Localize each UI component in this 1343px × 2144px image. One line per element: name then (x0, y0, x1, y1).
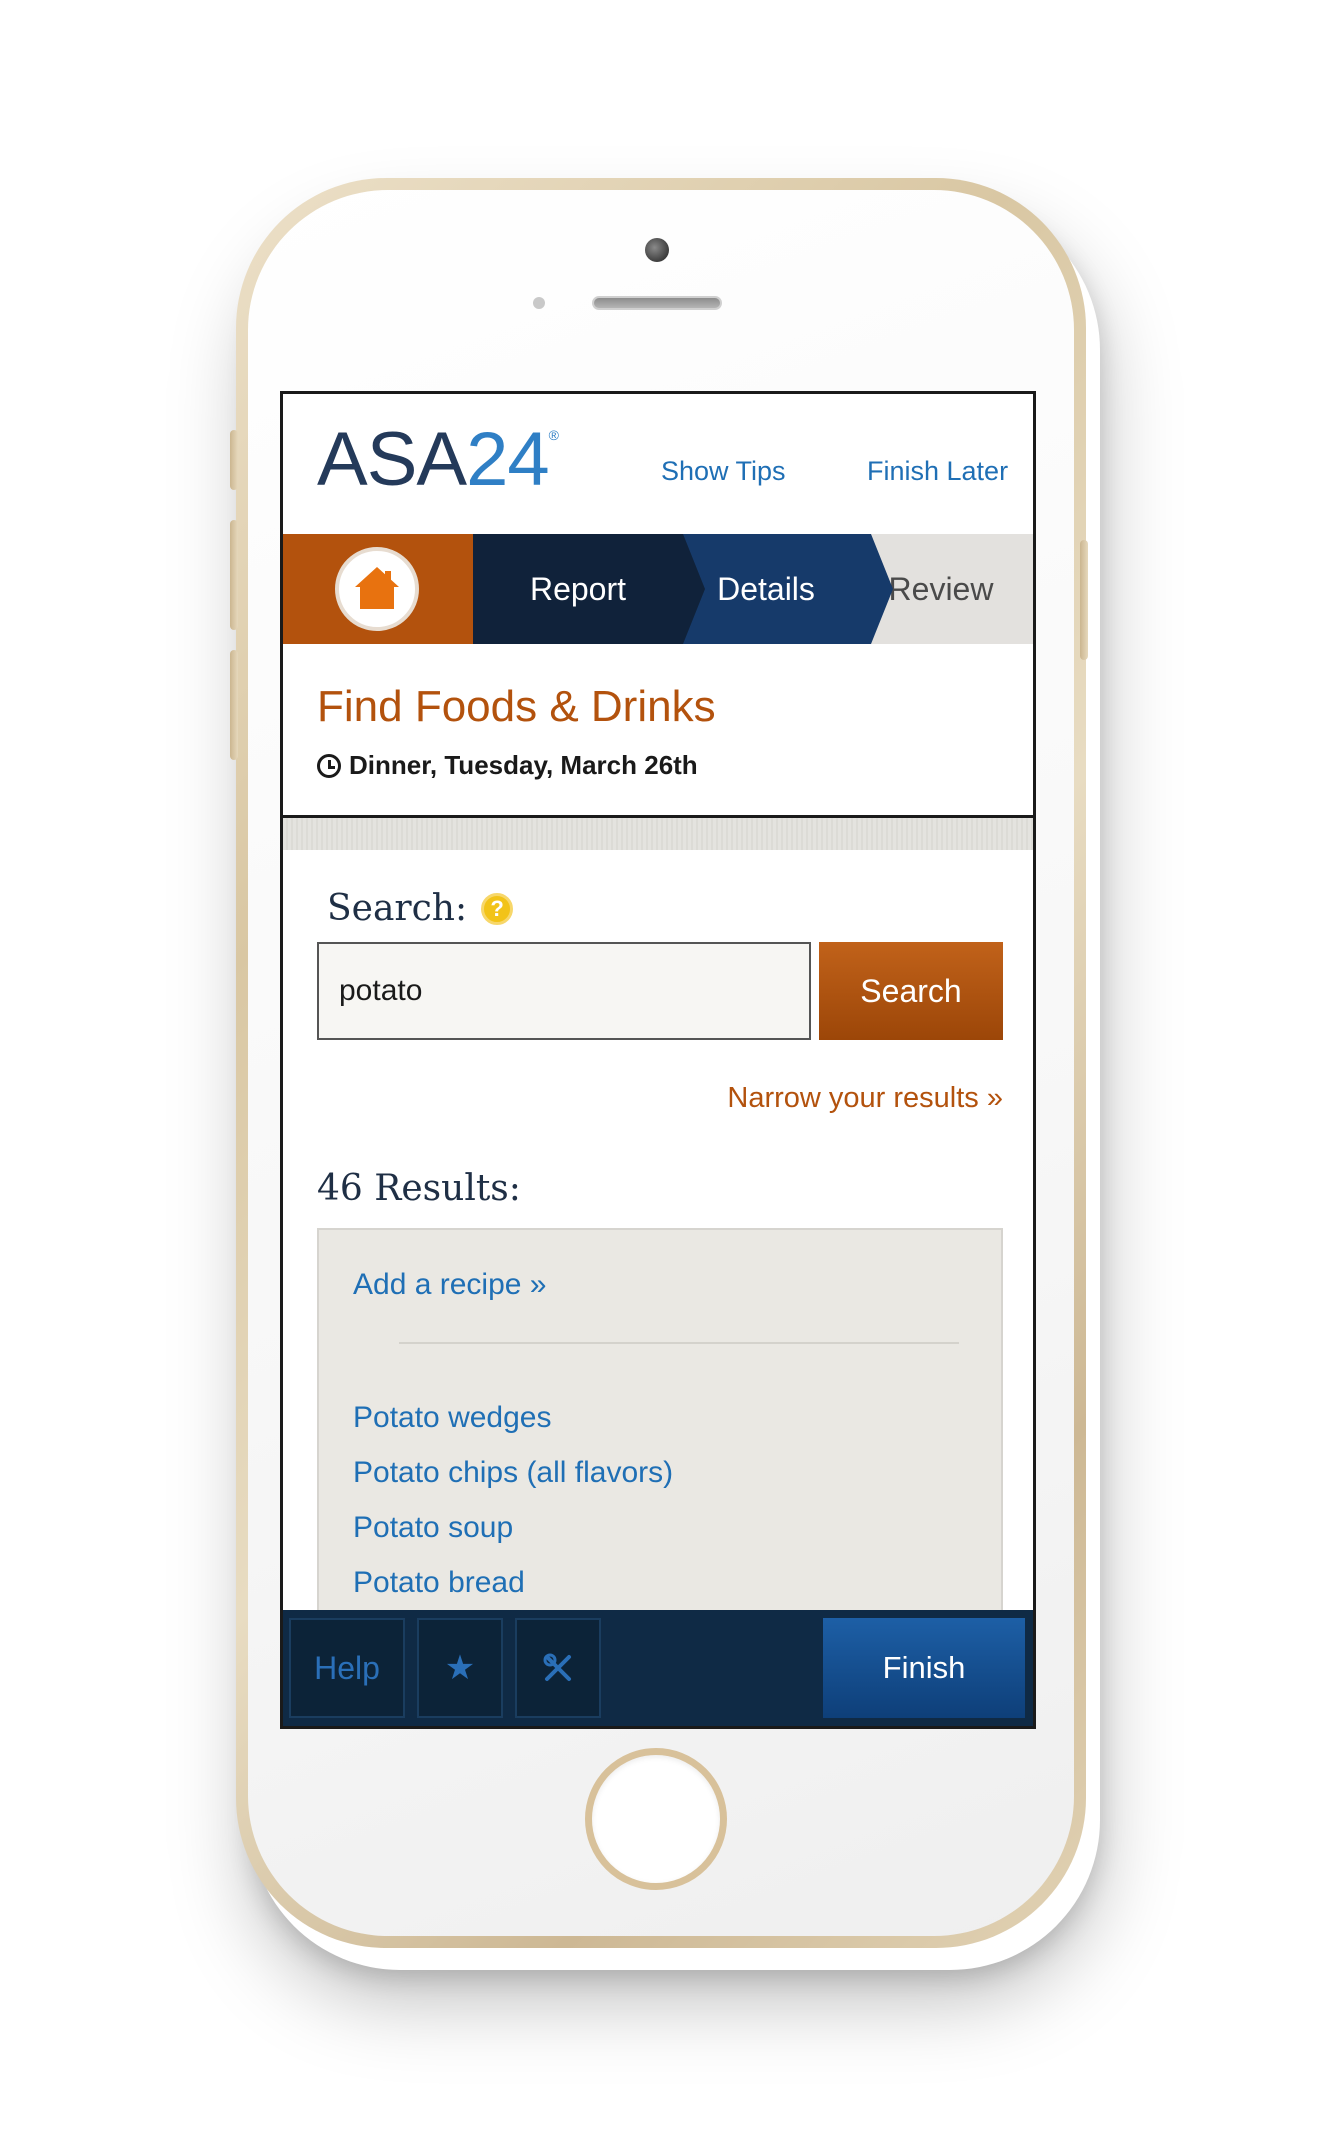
star-icon[interactable]: ★ (417, 1618, 503, 1718)
show-tips-link[interactable]: Show Tips (661, 456, 786, 487)
page-title: Find Foods & Drinks (317, 682, 716, 731)
speaker-grille (592, 296, 722, 310)
footer-bar: Help ★ Finish (283, 1610, 1033, 1726)
search-content: Search: ? Search Narrow your results » 4… (283, 850, 1033, 1648)
stage: ASA24® Show Tips Finish Later Review Det… (0, 0, 1343, 2144)
result-item[interactable]: Potato chips (all flavors) (353, 1445, 673, 1500)
progress-nav: Review Details Report (283, 534, 1033, 644)
step-details-label: Details (717, 570, 815, 607)
help-icon[interactable]: ? (481, 892, 514, 925)
add-recipe-link[interactable]: Add a recipe » (353, 1268, 546, 1302)
phone-home-button[interactable] (585, 1748, 727, 1890)
clock-icon (317, 753, 341, 778)
step-review-label: Review (888, 570, 994, 607)
camera-icon (645, 238, 669, 262)
asa24-logo: ASA24® (317, 422, 559, 498)
texture-divider (283, 818, 1033, 850)
power-button (1080, 540, 1088, 660)
help-button[interactable]: Help (289, 1618, 405, 1718)
results-count: 46 Results: (317, 1168, 521, 1209)
finish-button[interactable]: Finish (823, 1618, 1025, 1718)
report-chevron (683, 534, 705, 644)
phone-screen: ASA24® Show Tips Finish Later Review Det… (280, 391, 1036, 1729)
volume-down-button (230, 650, 238, 760)
title-block: Find Foods & Drinks Dinner, Tuesday, Mar… (283, 644, 1033, 818)
results-divider (399, 1342, 959, 1344)
search-input[interactable] (317, 942, 811, 1040)
volume-up-button (230, 520, 238, 630)
result-item[interactable]: Potato bread (353, 1555, 673, 1610)
result-item[interactable]: Potato wedges (353, 1390, 673, 1445)
search-label-text: Search: (327, 888, 468, 929)
utensils-icon[interactable] (515, 1618, 601, 1718)
meal-label: Dinner, Tuesday, March 26th (349, 750, 698, 780)
result-item[interactable]: Potato soup (353, 1500, 673, 1555)
search-button[interactable]: Search (819, 942, 1003, 1040)
sensor-icon (533, 297, 545, 309)
results-box: Add a recipe » Potato wedges Potato chip… (317, 1228, 1003, 1648)
finish-later-link[interactable]: Finish Later (867, 456, 1008, 487)
home-icon[interactable] (335, 547, 419, 631)
app-header: ASA24® Show Tips Finish Later (283, 394, 1033, 534)
logo-letters: ASA (317, 417, 467, 502)
step-report-label: Report (529, 570, 627, 607)
meal-info: Dinner, Tuesday, March 26th (317, 750, 698, 781)
home-step[interactable] (283, 534, 473, 644)
step-report[interactable]: Report (473, 534, 705, 644)
narrow-results-link[interactable]: Narrow your results » (727, 1082, 1003, 1115)
mute-switch (230, 430, 238, 490)
logo-digits: 24 (466, 417, 550, 502)
logo-registered: ® (548, 427, 559, 443)
search-label: Search: ? (327, 888, 514, 929)
results-list: Potato wedges Potato chips (all flavors)… (353, 1390, 673, 1610)
details-chevron (871, 534, 893, 644)
